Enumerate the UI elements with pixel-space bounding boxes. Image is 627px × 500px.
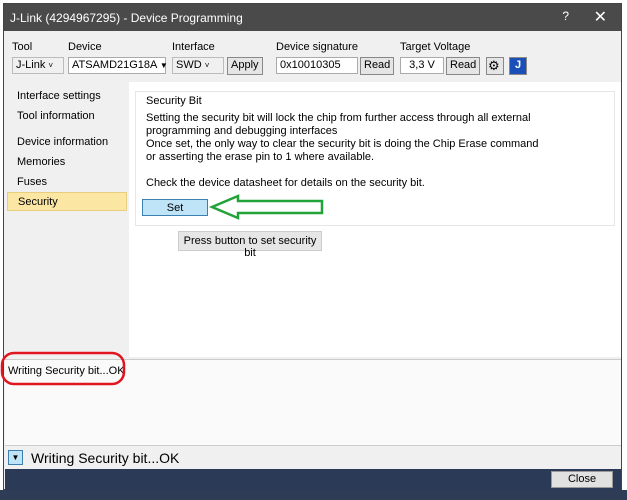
red-circle-annotation xyxy=(0,351,126,386)
green-arrow-annotation xyxy=(208,194,324,220)
taskbar-edge xyxy=(0,490,627,500)
annotation-overlay xyxy=(0,194,324,386)
